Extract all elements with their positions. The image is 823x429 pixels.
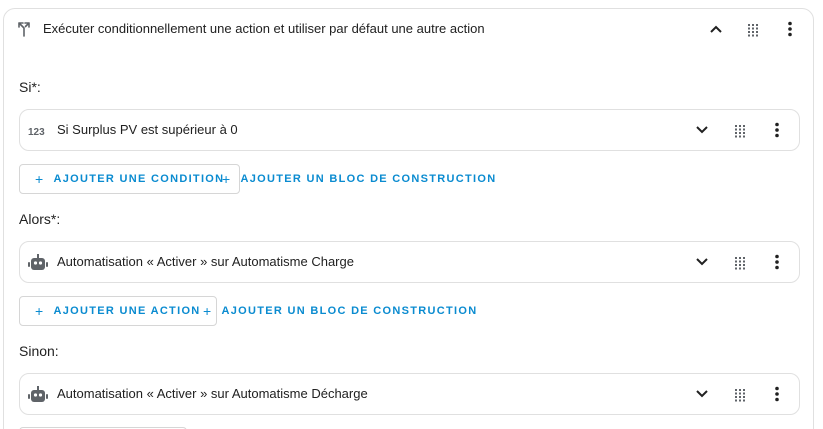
numeric-icon: 123 (28, 122, 48, 140)
chevron-down-icon[interactable] (695, 123, 709, 137)
chevron-up-icon[interactable] (709, 22, 723, 36)
svg-text:123: 123 (28, 127, 45, 138)
if-section-label: Si*: (19, 79, 41, 95)
plus-icon: + (203, 303, 213, 319)
more-vertical-icon[interactable] (775, 254, 779, 270)
drag-handle-icon[interactable] (747, 23, 759, 37)
choose-action-card: Exécuter conditionnellement une action e… (3, 8, 814, 429)
action-row[interactable]: Automatisation « Activer » sur Automatis… (19, 241, 800, 283)
chevron-down-icon[interactable] (695, 255, 709, 269)
more-vertical-icon[interactable] (775, 122, 779, 138)
add-building-block-label: AJOUTER UN BLOC DE CONSTRUCTION (221, 305, 478, 317)
add-condition-button[interactable]: + AJOUTER UNE CONDITION (19, 164, 241, 194)
more-vertical-icon[interactable] (788, 21, 792, 37)
add-action-button[interactable]: + AJOUTER UNE ACTION (19, 296, 217, 326)
add-building-block-button[interactable]: + AJOUTER UN BLOC DE CONSTRUCTION (216, 164, 503, 194)
add-action-label: AJOUTER UNE ACTION (53, 305, 201, 317)
drag-handle-icon[interactable] (734, 256, 746, 270)
choose-action-title: Exécuter conditionnellement une action e… (43, 21, 485, 36)
add-building-block-label: AJOUTER UN BLOC DE CONSTRUCTION (240, 173, 497, 185)
more-vertical-icon[interactable] (775, 386, 779, 402)
condition-row[interactable]: 123 Si Surplus PV est supérieur à 0 (19, 109, 800, 151)
action-row[interactable]: Automatisation « Activer » sur Automatis… (19, 373, 800, 415)
then-section-label: Alors*: (19, 211, 61, 227)
else-section-label: Sinon: (19, 343, 59, 359)
robot-icon (28, 386, 48, 404)
action-row-title: Automatisation « Activer » sur Automatis… (57, 254, 354, 269)
plus-icon: + (222, 171, 232, 187)
add-building-block-button[interactable]: + AJOUTER UN BLOC DE CONSTRUCTION (197, 296, 484, 326)
chevron-down-icon[interactable] (695, 387, 709, 401)
robot-icon (28, 254, 48, 272)
call-split-icon (16, 21, 32, 37)
add-condition-label: AJOUTER UNE CONDITION (53, 173, 225, 185)
drag-handle-icon[interactable] (734, 388, 746, 402)
drag-handle-icon[interactable] (734, 124, 746, 138)
plus-icon: + (35, 303, 45, 319)
action-row-title: Automatisation « Activer » sur Automatis… (57, 386, 368, 401)
condition-row-title: Si Surplus PV est supérieur à 0 (57, 122, 238, 137)
choose-action-header[interactable]: Exécuter conditionnellement une action e… (4, 9, 813, 51)
plus-icon: + (35, 171, 45, 187)
